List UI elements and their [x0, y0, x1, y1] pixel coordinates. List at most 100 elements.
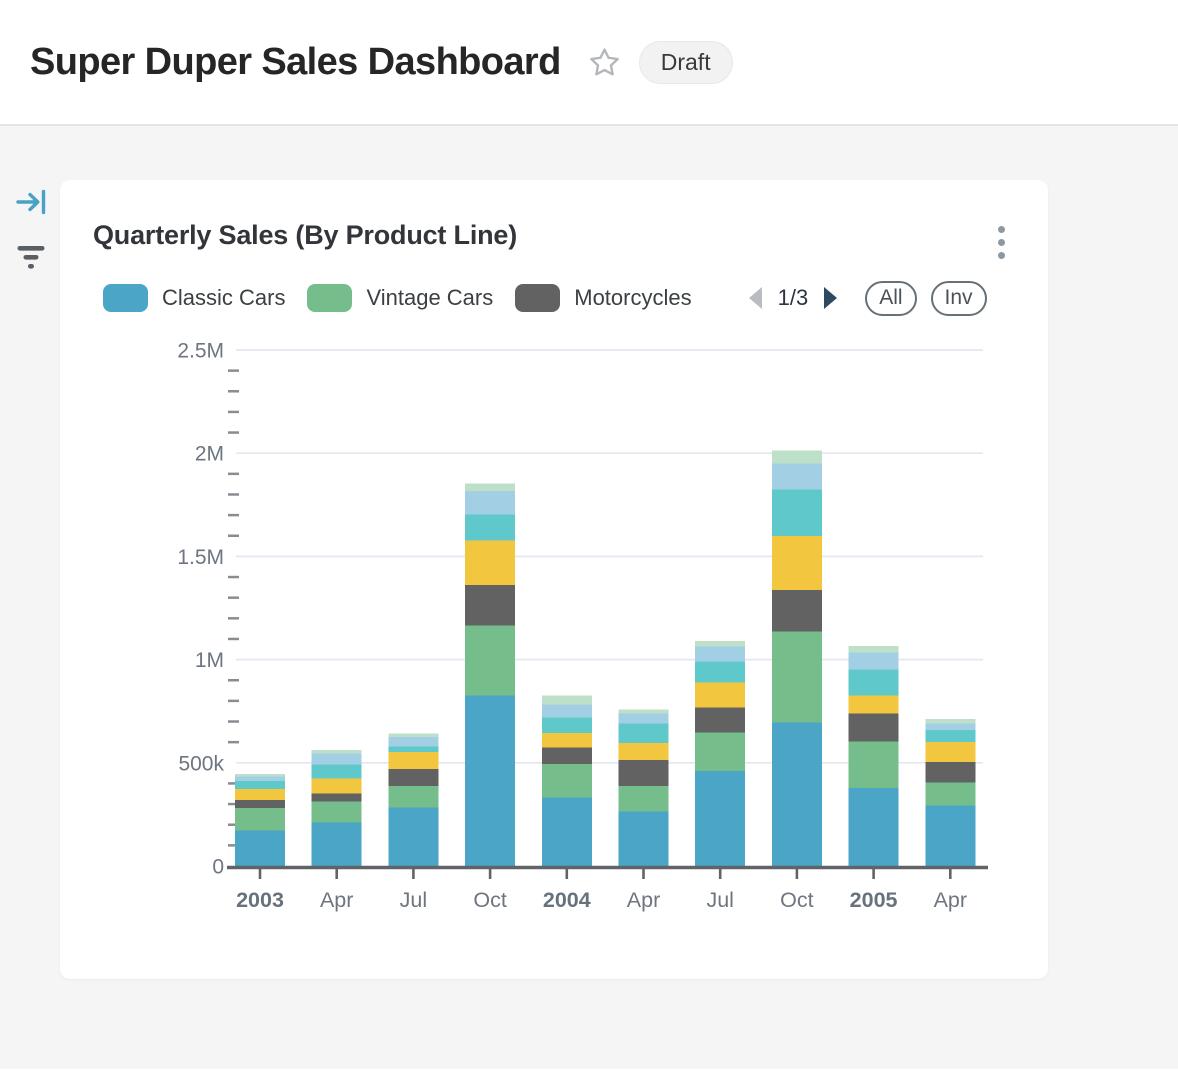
- legend-item[interactable]: Vintage Cars: [307, 284, 493, 312]
- bar-segment[interactable]: [235, 830, 285, 866]
- bar-segment[interactable]: [619, 714, 669, 724]
- filter-button[interactable]: [16, 244, 46, 275]
- bar-segment[interactable]: [695, 771, 745, 866]
- bar-segment[interactable]: [542, 748, 592, 765]
- bar-segment[interactable]: [772, 536, 822, 590]
- bar-segment[interactable]: [388, 733, 438, 737]
- bar-segment[interactable]: [925, 724, 975, 731]
- kebab-icon: [998, 226, 1005, 233]
- bar-segment[interactable]: [925, 730, 975, 742]
- bar-segment[interactable]: [542, 718, 592, 733]
- status-badge[interactable]: Draft: [639, 41, 733, 84]
- bar-segment[interactable]: [772, 463, 822, 489]
- bar-segment[interactable]: [695, 707, 745, 732]
- expand-panel-button[interactable]: [15, 188, 48, 219]
- legend-invert-button[interactable]: Inv: [931, 281, 987, 316]
- bar-segment[interactable]: [235, 800, 285, 808]
- bar-segment[interactable]: [465, 541, 515, 585]
- bar-segment[interactable]: [312, 823, 362, 866]
- y-axis-tick-label: 500k: [178, 752, 224, 775]
- x-axis-label: Jul: [706, 888, 733, 912]
- bar-segment[interactable]: [235, 808, 285, 830]
- bar-segment[interactable]: [312, 754, 362, 765]
- bar-segment[interactable]: [849, 670, 899, 696]
- bar-segment[interactable]: [849, 742, 899, 788]
- favorite-star-button[interactable]: [588, 45, 622, 79]
- bar-segment[interactable]: [849, 695, 899, 713]
- bar-segment[interactable]: [388, 746, 438, 752]
- bar-segment[interactable]: [772, 723, 822, 866]
- bar-segment[interactable]: [465, 696, 515, 866]
- bar-segment[interactable]: [388, 786, 438, 807]
- bar-segment[interactable]: [465, 491, 515, 515]
- bar-segment[interactable]: [465, 515, 515, 541]
- bar-segment[interactable]: [849, 646, 899, 653]
- bar-segment[interactable]: [235, 774, 285, 776]
- bar-segment[interactable]: [388, 737, 438, 746]
- bar-segment[interactable]: [772, 490, 822, 536]
- bar-segment[interactable]: [695, 732, 745, 770]
- bar-segment[interactable]: [925, 806, 975, 866]
- bar-segment[interactable]: [542, 764, 592, 797]
- bar-segment[interactable]: [312, 801, 362, 822]
- bar-segment[interactable]: [619, 786, 669, 811]
- x-axis-label: 2005: [850, 888, 898, 912]
- bar-segment[interactable]: [388, 752, 438, 769]
- bar-segment[interactable]: [849, 713, 899, 741]
- bar-segment[interactable]: [312, 793, 362, 801]
- y-axis-tick-label: 2.5M: [177, 340, 224, 363]
- bar-segment[interactable]: [925, 719, 975, 724]
- y-axis-tick-label: 2M: [195, 443, 224, 466]
- bar-segment[interactable]: [925, 742, 975, 762]
- page-bottom-strip: [0, 1069, 1178, 1074]
- x-axis-label: Oct: [473, 888, 506, 912]
- bar-segment[interactable]: [619, 723, 669, 743]
- bar-segment[interactable]: [925, 782, 975, 805]
- legend-label: Vintage Cars: [366, 285, 493, 311]
- bar-segment[interactable]: [695, 646, 745, 661]
- bar-segment[interactable]: [849, 788, 899, 866]
- filter-icon: [16, 244, 46, 272]
- bar-segment[interactable]: [925, 762, 975, 782]
- bar-segment[interactable]: [772, 590, 822, 631]
- left-rail: [13, 188, 49, 275]
- bar-segment[interactable]: [465, 626, 515, 696]
- bar-segment[interactable]: [388, 807, 438, 866]
- bar-segment[interactable]: [619, 709, 669, 713]
- bar-segment[interactable]: [619, 743, 669, 760]
- bar-segment[interactable]: [619, 760, 669, 786]
- bar-segment[interactable]: [772, 631, 822, 722]
- bar-segment[interactable]: [312, 750, 362, 754]
- bar-segment[interactable]: [388, 769, 438, 786]
- bar-segment[interactable]: [849, 652, 899, 669]
- legend-label: Motorcycles: [574, 285, 691, 311]
- bar-segment[interactable]: [312, 764, 362, 778]
- bar-segment[interactable]: [695, 683, 745, 708]
- bar-segment[interactable]: [235, 789, 285, 800]
- bar-segment[interactable]: [542, 733, 592, 748]
- bar-segment[interactable]: [772, 451, 822, 464]
- bar-segment[interactable]: [542, 696, 592, 705]
- legend-all-button[interactable]: All: [865, 281, 916, 316]
- legend-item[interactable]: Motorcycles: [515, 284, 691, 312]
- y-axis-tick-label: 0: [212, 856, 224, 879]
- bar-segment[interactable]: [465, 483, 515, 491]
- legend-prev-button[interactable]: [746, 285, 765, 311]
- y-axis-tick-label: 1.5M: [177, 546, 224, 569]
- app-header: Super Duper Sales Dashboard Draft: [0, 0, 1178, 126]
- chart-title: Quarterly Sales (By Product Line): [93, 220, 517, 251]
- legend-next-button[interactable]: [821, 285, 840, 311]
- bar-segment[interactable]: [235, 776, 285, 780]
- star-icon: [588, 46, 621, 79]
- legend-swatch: [103, 284, 148, 312]
- bar-segment[interactable]: [542, 705, 592, 718]
- card-menu-button[interactable]: [988, 222, 1014, 262]
- bar-segment[interactable]: [235, 781, 285, 789]
- bar-segment[interactable]: [619, 812, 669, 866]
- bar-segment[interactable]: [695, 641, 745, 647]
- bar-segment[interactable]: [542, 797, 592, 866]
- bar-segment[interactable]: [312, 779, 362, 794]
- legend-item[interactable]: Classic Cars: [103, 284, 285, 312]
- bar-segment[interactable]: [695, 661, 745, 682]
- bar-segment[interactable]: [465, 585, 515, 626]
